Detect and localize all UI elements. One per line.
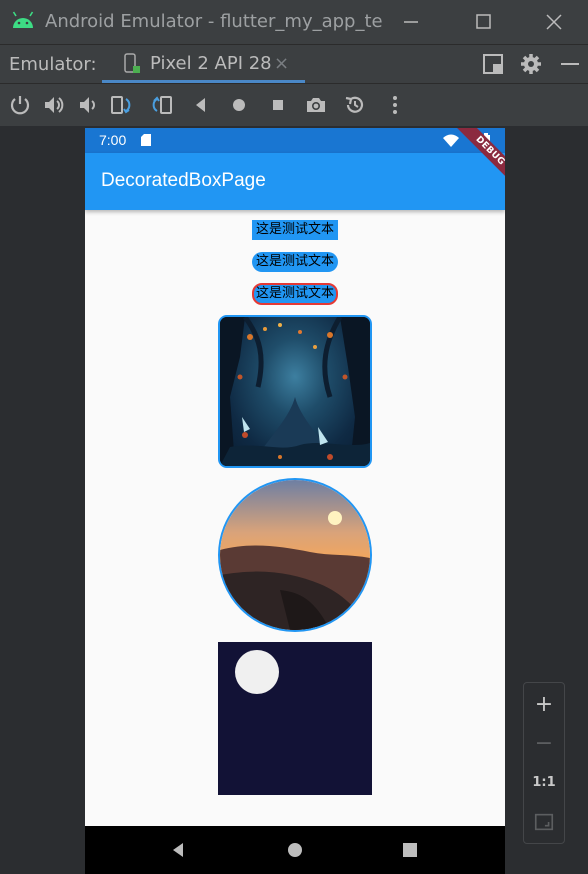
nav-overview-button[interactable] [400,840,420,860]
white-circle [235,650,279,694]
zoom-actual-size-button[interactable]: 1:1 [524,768,564,798]
forest-image [218,315,372,468]
snapshot-icon [345,96,364,113]
window-title: Android Emulator - flutter_my_app_te [45,11,383,32]
decorated-text-bordered: 这是测试文本 [252,283,338,305]
power-icon [10,96,30,115]
close-window-button[interactable] [540,8,568,36]
home-button[interactable] [227,93,251,117]
window-mode-button[interactable] [481,52,505,76]
emulator-label: Emulator: [9,54,97,75]
volume-down-icon [80,97,95,113]
emulator-toolbar [0,84,588,126]
volume-up-button[interactable] [42,93,66,117]
camera-icon [307,98,325,112]
more-button[interactable] [383,93,407,117]
device-icon [124,53,140,73]
overview-icon [273,100,283,110]
sunset-image [218,478,372,632]
nav-home-icon [288,843,302,857]
rotate-right-icon [152,96,172,114]
maximize-icon [476,14,491,29]
overview-button[interactable] [266,93,290,117]
forest-illustration [220,317,370,466]
window-title-bar: Android Emulator - flutter_my_app_te [0,0,588,45]
zoom-fit-button[interactable] [524,807,564,837]
sd-card-icon [141,134,151,146]
sunset-illustration [220,480,370,630]
zoom-out-button[interactable]: − [524,729,564,759]
page-body: 这是测试文本 这是测试文本 这是测试文本 [85,210,505,826]
screenshot-button[interactable] [304,93,328,117]
tab-label: Pixel 2 API 28 [150,53,272,74]
gear-icon [521,54,541,74]
phone-screen[interactable]: 7:00 DecoratedBoxPage DEBUG 这是测试文本 这是测试文… [85,128,505,874]
hide-panel-button[interactable] [558,52,582,76]
window-mode-icon [483,54,503,74]
tab-close-icon[interactable]: × [274,53,289,74]
navy-decorated-box [218,642,372,795]
rotate-left-icon [111,96,131,114]
power-button[interactable] [8,93,32,117]
emulator-tab-row: Emulator: Pixel 2 API 28 × [0,45,588,84]
wifi-icon [443,134,459,147]
rotate-right-button[interactable] [149,93,173,117]
app-bar-title: DecoratedBoxPage [101,170,266,191]
maximize-button[interactable] [469,8,497,36]
volume-up-icon [45,97,64,113]
status-bar: 7:00 [85,128,505,153]
close-icon [546,14,562,30]
android-nav-bar [85,826,505,874]
android-logo-icon [12,11,34,28]
nav-back-icon [173,843,183,857]
fit-screen-icon [534,813,554,831]
more-vertical-icon [393,96,397,114]
decorated-text-plain: 这是测试文本 [252,220,338,240]
settings-button[interactable] [519,52,543,76]
zoom-in-button[interactable]: + [524,690,564,720]
decorated-text-rounded: 这是测试文本 [252,252,338,272]
back-icon [196,98,205,112]
rotate-left-button[interactable] [110,93,134,117]
minimize-button[interactable] [397,8,425,36]
home-icon [233,99,245,111]
zoom-panel: + − 1:1 [523,682,565,844]
status-time: 7:00 [99,132,127,148]
snapshot-button[interactable] [343,93,367,117]
nav-overview-icon [403,843,417,857]
app-bar: DecoratedBoxPage [85,153,505,210]
minus-icon [561,63,579,65]
minimize-icon [404,21,418,23]
volume-down-button[interactable] [76,93,100,117]
tab-pixel-2[interactable]: Pixel 2 API 28 × [102,45,305,83]
back-button[interactable] [189,93,213,117]
nav-back-button[interactable] [168,840,188,860]
nav-home-button[interactable] [285,840,305,860]
